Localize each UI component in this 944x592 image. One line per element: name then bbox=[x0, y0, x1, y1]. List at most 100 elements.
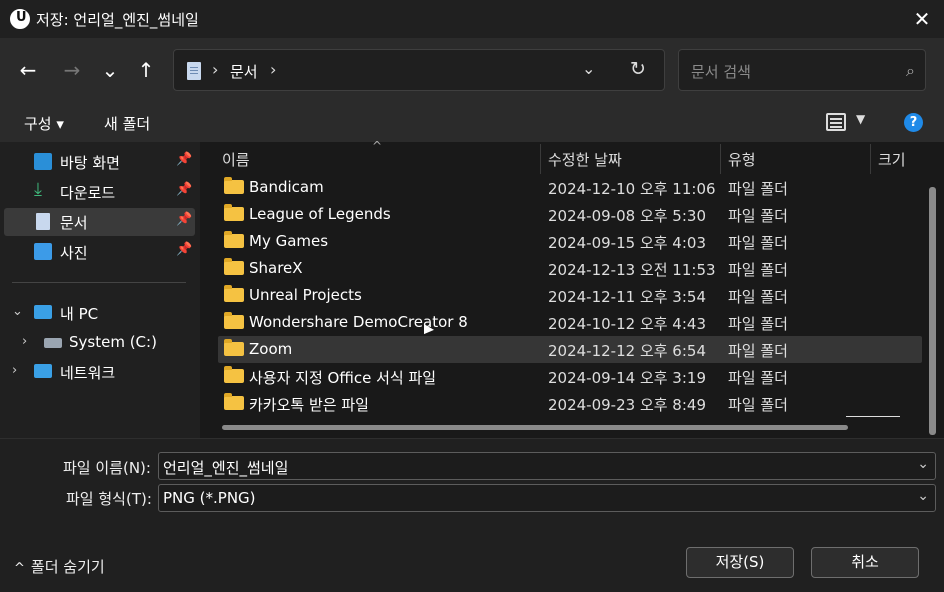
file-name: League of Legends bbox=[249, 205, 391, 223]
window-title: 저장: 언리얼_엔진_썸네일 bbox=[36, 11, 199, 29]
network-icon bbox=[34, 364, 52, 378]
save-button[interactable]: 저장(S) bbox=[686, 547, 794, 578]
pin-icon[interactable]: 📌 bbox=[176, 152, 192, 167]
back-arrow-icon[interactable]: ← bbox=[14, 58, 42, 82]
address-history-chevron-icon[interactable]: ⌄ bbox=[582, 59, 595, 78]
pin-icon[interactable]: 📌 bbox=[176, 212, 192, 227]
filetype-value[interactable]: PNG (*.PNG) bbox=[163, 489, 256, 507]
sidebar-item-this-pc[interactable]: ⌄ 내 PC bbox=[4, 299, 195, 327]
document-icon bbox=[36, 213, 50, 230]
recent-locations-chevron-icon[interactable]: ⌄ bbox=[96, 58, 124, 82]
file-list: ^ 이름 수정한 날짜 유형 크기 Bandicam 2024-12-10 오후… bbox=[200, 139, 944, 438]
file-name: Bandicam bbox=[249, 178, 324, 196]
search-placeholder: 문서 검색 bbox=[691, 63, 751, 81]
file-type: 파일 폴더 bbox=[728, 369, 788, 387]
sidebar-item-label: 다운로드 bbox=[60, 184, 116, 202]
forward-arrow-icon[interactable]: → bbox=[58, 58, 86, 82]
computer-icon bbox=[34, 305, 52, 319]
refresh-icon[interactable]: ↻ bbox=[630, 58, 646, 80]
address-row: ← → ⌄ ↑ › 문서 › ⌄ ↻ 문서 검색 ⌕ bbox=[0, 38, 944, 102]
filename-value[interactable]: 언리얼_엔진_썸네일 bbox=[163, 457, 288, 478]
file-row[interactable]: My Games 2024-09-15 오후 4:03 파일 폴더 bbox=[218, 228, 922, 255]
sidebar-item-desktop[interactable]: 바탕 화면 📌 bbox=[4, 148, 195, 176]
up-arrow-icon[interactable]: ↑ bbox=[132, 58, 160, 82]
file-row[interactable]: Wondershare DemoCreator 8 2024-10-12 오후 … bbox=[218, 309, 922, 336]
file-type: 파일 폴더 bbox=[728, 234, 788, 252]
pin-icon[interactable]: 📌 bbox=[176, 242, 192, 257]
sidebar-item-downloads[interactable]: ⤓ 다운로드 📌 bbox=[4, 178, 195, 206]
file-row[interactable]: ShareX 2024-12-13 오전 11:53 파일 폴더 bbox=[218, 255, 922, 282]
folder-icon bbox=[224, 204, 244, 221]
chevron-up-icon: ^ bbox=[14, 561, 25, 576]
column-header-size[interactable]: 크기 bbox=[878, 149, 906, 170]
column-header-name[interactable]: 이름 bbox=[222, 149, 250, 170]
sidebar-item-network[interactable]: › 네트워크 bbox=[4, 358, 195, 386]
column-header-row: ^ 이름 수정한 날짜 유형 크기 bbox=[200, 139, 944, 174]
file-row[interactable]: League of Legends 2024-09-08 오후 5:30 파일 … bbox=[218, 201, 922, 228]
file-name: Unreal Projects bbox=[249, 286, 362, 304]
chevron-down-icon[interactable]: ⌄ bbox=[12, 304, 23, 319]
file-name: 카카오톡 받은 파일 bbox=[249, 396, 369, 414]
sidebar-divider bbox=[12, 282, 186, 283]
chevron-right-icon[interactable]: › bbox=[22, 334, 27, 349]
column-divider[interactable] bbox=[540, 144, 541, 174]
folder-icon bbox=[224, 258, 244, 275]
file-date: 2024-12-11 오후 3:54 bbox=[548, 288, 706, 306]
file-type: 파일 폴더 bbox=[728, 288, 788, 306]
breadcrumb-separator-icon[interactable]: › bbox=[270, 60, 276, 79]
address-bar[interactable]: › 문서 › ⌄ ↻ bbox=[173, 49, 665, 91]
file-type: 파일 폴더 bbox=[728, 315, 788, 333]
sidebar-item-pictures[interactable]: 사진 📌 bbox=[4, 238, 195, 266]
organize-menu-button[interactable]: 구성 ▾ bbox=[24, 113, 64, 134]
horizontal-scrollbar[interactable] bbox=[222, 425, 848, 430]
file-type: 파일 폴더 bbox=[728, 207, 788, 225]
drive-icon bbox=[44, 338, 62, 348]
folder-icon bbox=[224, 393, 244, 410]
file-date: 2024-10-12 오후 4:43 bbox=[548, 315, 706, 333]
column-header-type[interactable]: 유형 bbox=[728, 149, 756, 170]
new-folder-button[interactable]: 새 폴더 bbox=[104, 113, 150, 134]
file-row[interactable]: 사용자 지정 Office 서식 파일 2024-09-14 오후 3:19 파… bbox=[218, 363, 922, 390]
sidebar-item-label: 바탕 화면 bbox=[60, 154, 120, 172]
chevron-right-icon[interactable]: › bbox=[12, 363, 17, 378]
sidebar-item-documents[interactable]: 문서 📌 bbox=[4, 208, 195, 236]
view-list-icon[interactable] bbox=[826, 113, 846, 131]
navigation-pane: 바탕 화면 📌 ⤓ 다운로드 📌 문서 📌 사진 📌 ⌄ 내 PC › Syst… bbox=[0, 142, 200, 438]
help-icon[interactable]: ? bbox=[904, 113, 923, 132]
pin-icon[interactable]: 📌 bbox=[176, 182, 192, 197]
file-name: ShareX bbox=[249, 259, 303, 277]
column-divider[interactable] bbox=[720, 144, 721, 174]
filetype-label: 파일 형식(T): bbox=[66, 490, 152, 508]
chevron-down-icon[interactable]: ⌄ bbox=[917, 456, 929, 472]
breadcrumb-separator-icon[interactable]: › bbox=[212, 60, 218, 79]
filetype-select[interactable]: PNG (*.PNG) ⌄ bbox=[158, 484, 936, 512]
search-icon: ⌕ bbox=[906, 61, 915, 80]
filename-field[interactable]: 언리얼_엔진_썸네일 ⌄ bbox=[158, 452, 936, 480]
chevron-down-icon[interactable]: ⌄ bbox=[917, 488, 929, 504]
vertical-scrollbar[interactable] bbox=[929, 187, 936, 435]
close-button[interactable]: ✕ bbox=[900, 0, 944, 38]
file-row[interactable]: Bandicam 2024-12-10 오후 11:06 파일 폴더 bbox=[218, 174, 922, 201]
unreal-app-icon: U bbox=[10, 9, 30, 29]
column-header-date-modified[interactable]: 수정한 날짜 bbox=[548, 149, 622, 170]
column-divider[interactable] bbox=[870, 144, 871, 174]
file-row[interactable]: 카카오톡 받은 파일 2024-09-23 오후 8:49 파일 폴더 bbox=[218, 390, 922, 417]
title-bar: U 저장: 언리얼_엔진_썸네일 ✕ bbox=[0, 0, 944, 38]
folder-icon bbox=[224, 231, 244, 248]
search-input[interactable]: 문서 검색 ⌕ bbox=[678, 49, 926, 91]
command-bar: 구성 ▾ 새 폴더 ▼ ? bbox=[0, 102, 944, 142]
file-date: 2024-09-14 오후 3:19 bbox=[548, 369, 706, 387]
view-options-caret-icon[interactable]: ▼ bbox=[856, 112, 865, 126]
cancel-button[interactable]: 취소 bbox=[811, 547, 919, 578]
file-type: 파일 폴더 bbox=[728, 180, 788, 198]
document-icon bbox=[187, 62, 201, 80]
file-name: Zoom bbox=[249, 340, 293, 358]
file-row[interactable]: Zoom 2024-12-12 오후 6:54 파일 폴더 bbox=[218, 336, 922, 363]
sidebar-item-system-drive[interactable]: › System (C:) bbox=[4, 329, 195, 357]
file-type: 파일 폴더 bbox=[728, 342, 788, 360]
file-name: 사용자 지정 Office 서식 파일 bbox=[249, 369, 437, 387]
sidebar-item-label: System (C:) bbox=[69, 333, 157, 351]
breadcrumb-documents[interactable]: 문서 bbox=[230, 61, 258, 82]
file-row[interactable]: Unreal Projects 2024-12-11 오후 3:54 파일 폴더 bbox=[218, 282, 922, 309]
hide-folders-toggle[interactable]: ^ 폴더 숨기기 bbox=[14, 556, 105, 577]
